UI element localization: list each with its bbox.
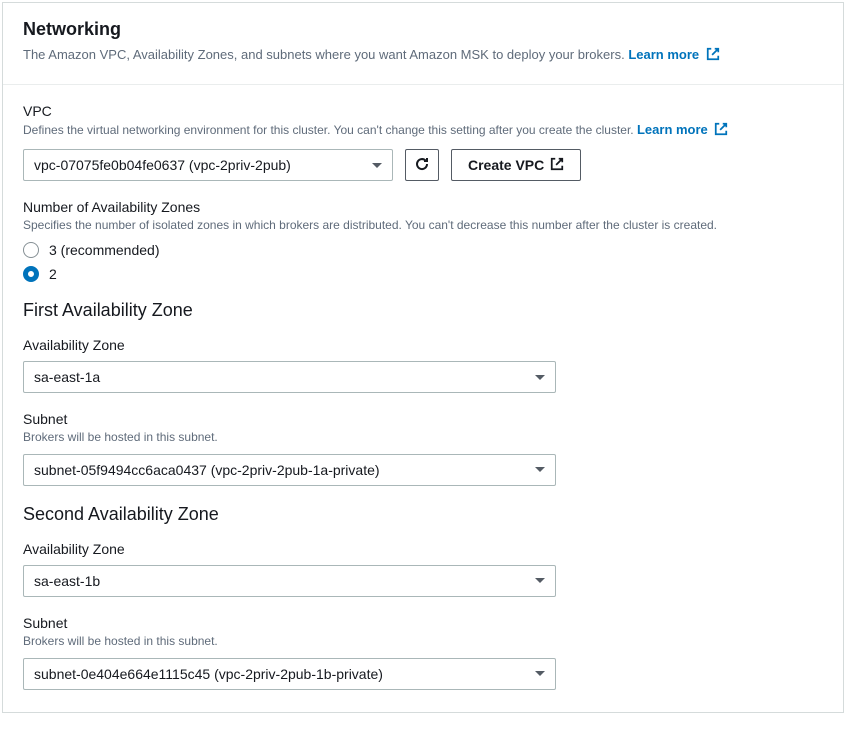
first-subnet-select[interactable]: subnet-05f9494cc6aca0437 (vpc-2priv-2pub… xyxy=(23,454,556,486)
vpc-controls-row: vpc-07075fe0b04fe0637 (vpc-2priv-2pub) C… xyxy=(23,149,823,181)
first-az-select[interactable]: sa-east-1a xyxy=(23,361,556,393)
panel-body: VPC Defines the virtual networking envir… xyxy=(3,85,843,712)
radio-icon xyxy=(23,242,39,258)
first-az-label: Availability Zone xyxy=(23,337,823,353)
chevron-down-icon xyxy=(535,375,545,380)
az-radio-3[interactable]: 3 (recommended) xyxy=(23,242,823,258)
second-subnet-field: Subnet Brokers will be hosted in this su… xyxy=(23,615,823,690)
learn-more-link[interactable]: Learn more xyxy=(628,47,719,62)
vpc-field: VPC Defines the virtual networking envir… xyxy=(23,103,823,181)
first-subnet-field: Subnet Brokers will be hosted in this su… xyxy=(23,411,823,486)
vpc-learn-more-link[interactable]: Learn more xyxy=(637,122,728,137)
az-count-field: Number of Availability Zones Specifies t… xyxy=(23,199,823,282)
az-radio-2-label: 2 xyxy=(49,266,57,282)
az-radio-3-label: 3 (recommended) xyxy=(49,242,160,258)
vpc-learn-more-text: Learn more xyxy=(637,122,708,137)
first-az-field: Availability Zone sa-east-1a xyxy=(23,337,823,393)
vpc-help: Defines the virtual networking environme… xyxy=(23,121,823,141)
az-count-label: Number of Availability Zones xyxy=(23,199,823,215)
chevron-down-icon xyxy=(535,467,545,472)
second-az-label: Availability Zone xyxy=(23,541,823,557)
first-subnet-label: Subnet xyxy=(23,411,823,427)
second-az-field: Availability Zone sa-east-1b xyxy=(23,541,823,597)
first-az-value: sa-east-1a xyxy=(34,369,100,385)
chevron-down-icon xyxy=(535,578,545,583)
panel-description: The Amazon VPC, Availability Zones, and … xyxy=(23,46,823,66)
panel-desc-text: The Amazon VPC, Availability Zones, and … xyxy=(23,47,625,62)
chevron-down-icon xyxy=(372,163,382,168)
az-count-help: Specifies the number of isolated zones i… xyxy=(23,217,823,234)
chevron-down-icon xyxy=(535,671,545,676)
vpc-select-value: vpc-07075fe0b04fe0637 (vpc-2priv-2pub) xyxy=(34,157,291,173)
first-subnet-value: subnet-05f9494cc6aca0437 (vpc-2priv-2pub… xyxy=(34,462,380,478)
second-subnet-label: Subnet xyxy=(23,615,823,631)
vpc-select[interactable]: vpc-07075fe0b04fe0637 (vpc-2priv-2pub) xyxy=(23,149,393,181)
second-az-title: Second Availability Zone xyxy=(23,504,823,525)
second-az-value: sa-east-1b xyxy=(34,573,100,589)
az-radio-2[interactable]: 2 xyxy=(23,266,823,282)
first-az-title: First Availability Zone xyxy=(23,300,823,321)
learn-more-text: Learn more xyxy=(628,47,699,62)
create-vpc-button[interactable]: Create VPC xyxy=(451,149,581,181)
first-subnet-help: Brokers will be hosted in this subnet. xyxy=(23,429,823,446)
panel-header: Networking The Amazon VPC, Availability … xyxy=(3,3,843,85)
external-link-icon xyxy=(714,122,728,141)
external-link-icon xyxy=(550,157,564,174)
radio-icon-selected xyxy=(23,266,39,282)
panel-title: Networking xyxy=(23,19,823,40)
vpc-label: VPC xyxy=(23,103,823,119)
second-subnet-help: Brokers will be hosted in this subnet. xyxy=(23,633,823,650)
create-vpc-label: Create VPC xyxy=(468,157,544,173)
second-subnet-select[interactable]: subnet-0e404e664e1115c45 (vpc-2priv-2pub… xyxy=(23,658,556,690)
refresh-button[interactable] xyxy=(405,149,439,181)
networking-panel: Networking The Amazon VPC, Availability … xyxy=(2,2,844,713)
vpc-help-text: Defines the virtual networking environme… xyxy=(23,123,634,137)
refresh-icon xyxy=(414,156,430,175)
external-link-icon xyxy=(706,47,720,66)
second-subnet-value: subnet-0e404e664e1115c45 (vpc-2priv-2pub… xyxy=(34,666,383,682)
second-az-select[interactable]: sa-east-1b xyxy=(23,565,556,597)
